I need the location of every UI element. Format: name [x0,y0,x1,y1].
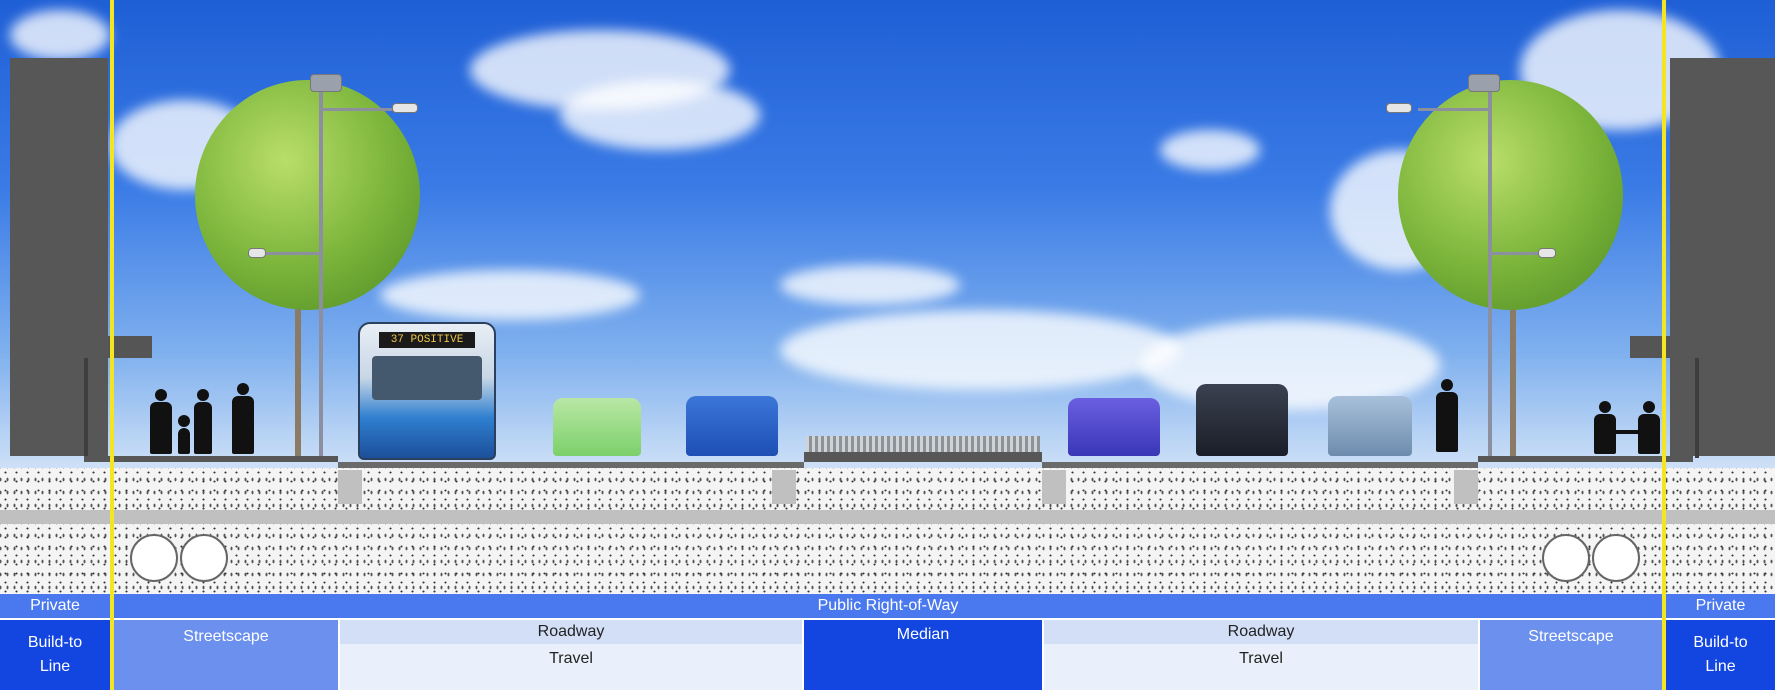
build-to-line-left: Build-to Line [0,620,110,690]
roadway-sub: Travel [1239,650,1283,667]
public-row-label: Public Right-of-Way [114,594,1662,618]
building-right [1670,58,1775,456]
bus-destination-sign: 37 POSITIVE [379,332,475,348]
building-left [10,58,108,456]
building-left-frame [84,358,88,458]
subgrade-upper [0,468,1775,510]
cafe-table [1614,430,1642,434]
build-to-line-text: Line [1705,658,1736,675]
street-light-arm [1492,252,1542,255]
cloud [560,80,760,150]
cloud [1160,130,1260,170]
diner-icon [1594,401,1616,454]
street-light-pole [1488,80,1492,456]
subgrade-lower [0,524,1775,594]
street-light-pole [319,80,323,456]
build-to-line-text: Line [39,658,71,675]
street-light-lamp [1538,248,1556,258]
median-zone: Median [804,620,1042,690]
utility-pipe [130,534,178,582]
solar-panel [310,74,342,92]
street-light-arm [1418,108,1488,111]
roadway-title: Roadway [1227,623,1295,640]
pedestrian-icon [232,383,254,454]
private-label-right: Private [1666,594,1775,618]
building-left-canopy [108,336,152,358]
bus-windshield [372,356,482,400]
roadway-left: Roadway Travel [340,620,802,690]
street-cross-section: 37 POSITIVE Private Public Right-of-Way … [0,0,1775,690]
bus: 37 POSITIVE [358,322,496,460]
roadway-title: Roadway [537,623,605,640]
street-light-lamp [392,103,418,113]
cloud [380,270,640,320]
street-light-lamp [1386,103,1412,113]
streetscape-left: Streetscape [114,620,338,690]
cloud [10,10,110,60]
car-dark [1196,384,1288,456]
streetscape-right: Streetscape [1480,620,1662,690]
build-to-line-right: Build-to Line [1666,620,1775,690]
tree-canopy [1398,80,1623,310]
street-light-arm [262,252,319,255]
child-icon [178,415,190,454]
street-light-arm [323,108,395,111]
private-label-left: Private [0,594,110,618]
roadway-right: Roadway Travel [1044,620,1478,690]
curb-footing [1042,470,1066,504]
build-to-line-text: Build-to [1693,634,1748,651]
utility-pipe [1592,534,1640,582]
building-right-frame [1695,358,1699,458]
cloud [780,310,1180,390]
solar-panel [1468,74,1500,92]
sidewalk-left [84,456,338,462]
base-course [0,510,1775,524]
tree-canopy [195,80,420,310]
curb-footing [338,470,362,504]
pedestrian-icon [150,389,172,454]
car-blue-mini [686,396,778,456]
car-silver [1328,396,1412,456]
cyclist-icon [1436,379,1458,452]
build-to-line-text: Build-to [27,634,83,651]
build-to-line-marker-right [1662,0,1666,690]
cloud [780,265,960,305]
curb-footing [772,470,796,504]
car-green [553,398,641,456]
median-surface [804,452,1042,462]
build-to-line-marker-left [110,0,114,690]
curb-footing [1454,470,1478,504]
utility-pipe [180,534,228,582]
median-planting [806,436,1040,452]
pedestrian-icon [194,389,212,454]
diner-icon [1638,401,1660,454]
roadway-sub: Travel [549,650,593,667]
street-light-lamp [248,248,266,258]
sidewalk-right [1478,456,1693,462]
utility-pipe [1542,534,1590,582]
car-purple [1068,398,1160,456]
